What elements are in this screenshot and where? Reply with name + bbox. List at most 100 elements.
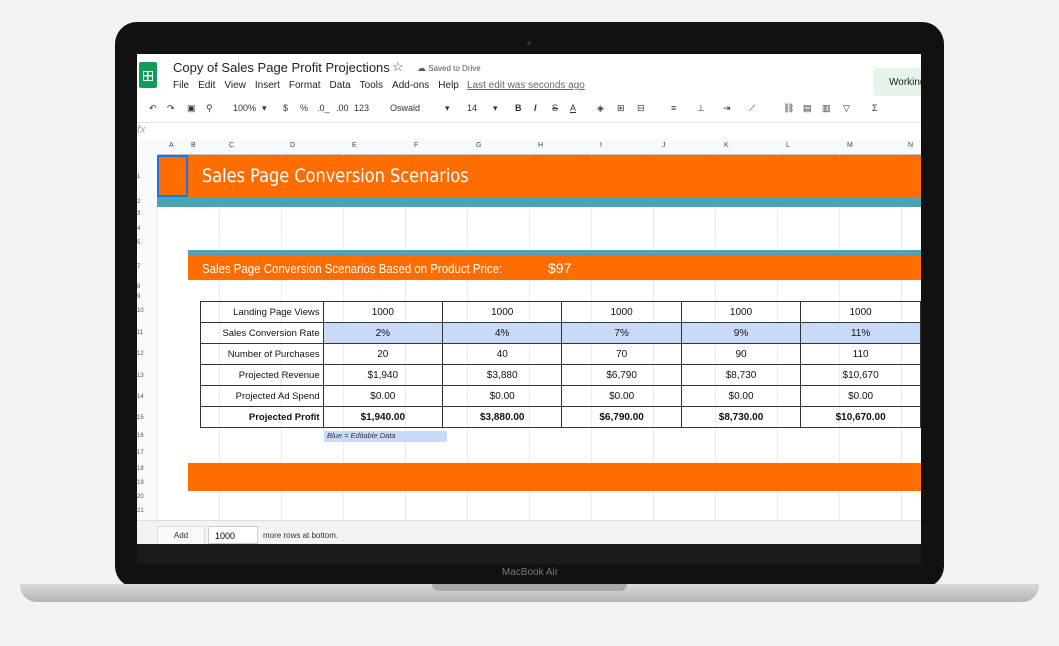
row-header[interactable]: 13 — [137, 373, 144, 379]
rows-count-input[interactable]: 1000 — [208, 526, 258, 544]
table-cell[interactable]: $3,880.00 — [442, 406, 563, 428]
strikethrough-button[interactable]: S — [552, 103, 558, 113]
table-cell[interactable]: 40 — [442, 343, 563, 365]
column-header-g[interactable]: G — [476, 142, 481, 149]
percent-button[interactable]: % — [300, 103, 308, 113]
document-title[interactable]: Copy of Sales Page Profit Projections — [173, 60, 390, 75]
table-cell[interactable]: $6,790 — [561, 364, 682, 386]
menu-addons[interactable]: Add-ons — [392, 80, 429, 91]
row-label[interactable]: Projected Profit — [200, 406, 324, 428]
formula-bar[interactable]: fx — [137, 122, 921, 141]
row-header[interactable]: 1 — [137, 174, 140, 180]
table-cell[interactable]: 70 — [561, 343, 682, 365]
menu-view[interactable]: View — [224, 80, 246, 91]
add-rows-button[interactable]: Add — [157, 526, 205, 544]
editable-cell[interactable]: 11% — [800, 322, 921, 344]
table-cell[interactable]: 1000 — [442, 301, 563, 323]
text-wrap-icon[interactable]: ⇥ — [723, 103, 731, 114]
align-left-icon[interactable]: ≡ — [671, 103, 676, 113]
row-header[interactable]: 7 — [137, 264, 140, 270]
table-cell[interactable]: $3,880 — [442, 364, 563, 386]
filter-icon[interactable]: ▽ — [843, 103, 850, 114]
decrease-decimal-button[interactable]: .0_ — [317, 103, 330, 113]
star-icon[interactable]: ☆ — [392, 59, 404, 75]
row-header[interactable]: 17 — [137, 450, 144, 456]
column-header-c[interactable]: C — [229, 142, 234, 149]
row-label[interactable]: Projected Revenue — [200, 364, 324, 386]
bold-button[interactable]: B — [515, 103, 522, 113]
row-label[interactable]: Sales Conversion Rate — [200, 322, 324, 344]
borders-icon[interactable]: ⊞ — [617, 103, 625, 114]
table-cell[interactable]: $0.00 — [561, 385, 682, 407]
column-header-e[interactable]: E — [352, 142, 357, 149]
link-icon[interactable]: ⛓ — [783, 103, 794, 114]
increase-decimal-button[interactable]: .00 — [336, 103, 349, 113]
row-label[interactable]: Projected Ad Spend — [200, 385, 324, 407]
paint-format-icon[interactable]: ⚲ — [206, 103, 213, 114]
column-header-l[interactable]: L — [786, 142, 790, 149]
table-cell[interactable]: 20 — [322, 343, 444, 365]
table-cell[interactable]: $0.00 — [322, 385, 444, 407]
menu-data[interactable]: Data — [330, 80, 351, 91]
functions-icon[interactable]: Σ — [872, 103, 878, 113]
editable-cell[interactable]: 4% — [442, 322, 563, 344]
fill-color-icon[interactable]: ◈ — [597, 103, 604, 114]
row-header[interactable]: 4 — [137, 226, 140, 232]
currency-button[interactable]: $ — [283, 103, 288, 113]
menu-tools[interactable]: Tools — [360, 80, 383, 91]
table-cell[interactable]: $0.00 — [680, 385, 802, 407]
row-header[interactable]: 10 — [137, 308, 144, 314]
table-cell[interactable]: 1000 — [680, 301, 802, 323]
row-header[interactable]: 19 — [137, 480, 144, 486]
menu-insert[interactable]: Insert — [255, 80, 280, 91]
row-header[interactable]: 11 — [137, 330, 143, 336]
row-header[interactable]: 5 — [137, 240, 140, 246]
row-header[interactable]: 9 — [137, 294, 140, 300]
merge-cells-icon[interactable]: ⊟ — [637, 103, 645, 114]
column-header-j[interactable]: J — [662, 142, 666, 149]
table-cell[interactable]: $1,940 — [322, 364, 444, 386]
print-icon[interactable]: ▣ — [187, 103, 196, 114]
row-label[interactable]: Number of Purchases — [200, 343, 324, 365]
sheets-logo-icon[interactable] — [139, 62, 157, 88]
table-cell[interactable]: $8,730.00 — [680, 406, 802, 428]
column-header-h[interactable]: H — [538, 142, 543, 149]
row-header[interactable]: 2 — [137, 199, 140, 205]
table-cell[interactable]: 90 — [680, 343, 802, 365]
menu-help[interactable]: Help — [438, 80, 459, 91]
row-header[interactable]: 20 — [137, 494, 144, 500]
column-header-k[interactable]: K — [724, 142, 729, 149]
more-formats-button[interactable]: 123 — [354, 103, 369, 113]
text-color-button[interactable]: A — [570, 103, 576, 113]
table-cell[interactable]: 110 — [800, 343, 921, 365]
vertical-align-icon[interactable]: ⊥ — [697, 103, 705, 114]
row-header[interactable]: 21 — [137, 508, 144, 514]
column-header-i[interactable]: I — [600, 142, 602, 149]
row-header[interactable]: 14 — [137, 394, 144, 400]
editable-cell[interactable]: 7% — [561, 322, 682, 344]
zoom-select[interactable]: 100% — [233, 103, 256, 113]
column-header-a[interactable]: A — [169, 142, 174, 149]
table-cell[interactable]: $8,730 — [680, 364, 802, 386]
menu-file[interactable]: File — [173, 80, 189, 91]
column-header-n[interactable]: N — [908, 142, 913, 149]
row-label[interactable]: Landing Page Views — [200, 301, 324, 323]
selected-cell[interactable] — [157, 155, 188, 197]
italic-button[interactable]: I — [534, 103, 537, 113]
table-cell[interactable]: $0.00 — [800, 385, 921, 407]
row-header[interactable]: 8 — [137, 284, 140, 290]
text-rotate-icon[interactable]: ⟋ — [749, 103, 755, 114]
menu-format[interactable]: Format — [289, 80, 321, 91]
column-header-m[interactable]: M — [847, 142, 853, 149]
table-cell[interactable]: 1000 — [800, 301, 921, 323]
redo-icon[interactable]: ↷ — [167, 103, 175, 114]
row-header[interactable]: 12 — [137, 351, 144, 357]
table-cell[interactable]: $6,790.00 — [561, 406, 682, 428]
chart-icon[interactable]: ▥ — [822, 103, 831, 114]
table-cell[interactable]: $10,670.00 — [800, 406, 921, 428]
row-header[interactable]: 15 — [137, 415, 144, 421]
table-cell[interactable]: $10,670 — [800, 364, 921, 386]
table-cell[interactable]: $0.00 — [442, 385, 563, 407]
undo-icon[interactable]: ↶ — [149, 103, 157, 114]
row-header[interactable]: 16 — [137, 433, 144, 439]
